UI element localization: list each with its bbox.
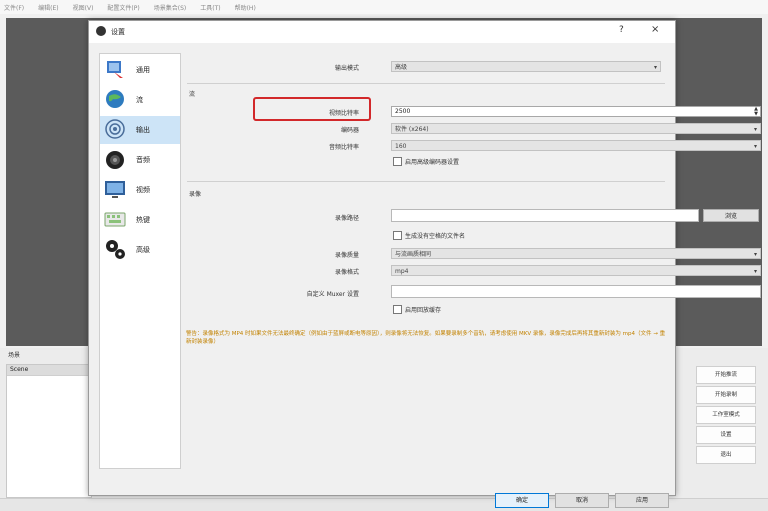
encoder-label: 编码器 bbox=[340, 127, 359, 134]
chevron-down-icon: ▾ bbox=[753, 143, 757, 150]
sidebar-item-hotkeys[interactable]: 热键 bbox=[100, 206, 180, 234]
checkbox-box[interactable] bbox=[393, 305, 402, 314]
record-path-input[interactable] bbox=[391, 209, 699, 222]
sidebar-label: 通用 bbox=[136, 66, 150, 74]
encoder-combo[interactable]: 软件 (x264) ▾ bbox=[391, 123, 761, 134]
general-icon bbox=[107, 61, 123, 78]
start-streaming-button[interactable]: 开始推流 bbox=[696, 366, 756, 384]
muxer-label: 自定义 Muxer 设置 bbox=[306, 291, 359, 298]
checkbox-label: 启用回放缓存 bbox=[405, 307, 442, 314]
chevron-down-icon: ▾ bbox=[753, 126, 757, 133]
checkbox-box[interactable] bbox=[393, 157, 402, 166]
mp4-warning-text: 警告：录像格式为 MP4 时如果文件无法最终确定（例如由于蓝屏或断电等原因），则… bbox=[186, 331, 666, 345]
sidebar-item-general[interactable]: 通用 bbox=[100, 56, 180, 84]
menu-help[interactable]: 帮助(H) bbox=[235, 3, 256, 12]
sidebar-label: 输出 bbox=[136, 126, 150, 134]
output-mode-combo[interactable]: 高级 ▾ bbox=[391, 61, 661, 72]
record-section-title: 录像 bbox=[189, 191, 202, 198]
bitrate-highlight-box bbox=[253, 97, 371, 121]
settings-button[interactable]: 设置 bbox=[696, 426, 756, 444]
replay-buffer-checkbox[interactable]: 启用回放缓存 bbox=[393, 305, 441, 314]
browse-button[interactable]: 浏览 bbox=[703, 209, 759, 222]
video-bitrate-value: 2500 bbox=[395, 108, 411, 115]
start-recording-button[interactable]: 开始录制 bbox=[696, 386, 756, 404]
dialog-title: 设置 bbox=[111, 28, 125, 36]
chevron-down-icon: ▾ bbox=[753, 251, 757, 258]
exit-button[interactable]: 退出 bbox=[696, 446, 756, 464]
sidebar-label: 热键 bbox=[136, 216, 150, 224]
obs-logo-icon bbox=[96, 26, 106, 36]
chevron-down-icon: ▾ bbox=[753, 268, 757, 275]
sidebar-item-video[interactable]: 视频 bbox=[100, 176, 180, 204]
advanced-encoder-checkbox[interactable]: 启用高级编码器设置 bbox=[393, 157, 459, 166]
muxer-settings-input[interactable] bbox=[391, 285, 761, 298]
globe-icon bbox=[106, 90, 124, 108]
audio-bitrate-label: 音频比特率 bbox=[328, 144, 359, 151]
settings-sidebar: 通用 流 输出 音频 视频 热键 高级 bbox=[99, 53, 181, 469]
output-mode-label: 输出模式 bbox=[334, 65, 359, 72]
close-button[interactable]: × bbox=[651, 24, 659, 35]
sidebar-label: 音频 bbox=[136, 156, 150, 164]
broadcast-icon bbox=[105, 119, 125, 139]
sidebar-label: 高级 bbox=[136, 246, 150, 254]
cancel-button[interactable]: 取消 bbox=[555, 493, 609, 508]
sidebar-item-stream[interactable]: 流 bbox=[100, 86, 180, 114]
dialog-titlebar: 设置 ? × bbox=[89, 21, 675, 43]
audio-bitrate-value: 160 bbox=[395, 143, 407, 150]
menu-tools[interactable]: 工具(T) bbox=[200, 3, 220, 12]
menu-bar: 文件(F) 编辑(E) 视图(V) 配置文件(P) 场景集合(S) 工具(T) … bbox=[0, 0, 768, 14]
scene-item[interactable]: Scene bbox=[7, 365, 91, 376]
record-quality-label: 录像质量 bbox=[334, 252, 359, 259]
speaker-icon bbox=[106, 151, 124, 169]
studio-mode-button[interactable]: 工作室模式 bbox=[696, 406, 756, 424]
menu-edit[interactable]: 编辑(E) bbox=[38, 3, 58, 12]
scene-list: Scene bbox=[6, 364, 92, 498]
chevron-down-icon: ▾ bbox=[653, 64, 657, 71]
sidebar-item-output[interactable]: 输出 bbox=[100, 116, 180, 144]
video-bitrate-spinbox[interactable]: 2500 ▲ ▼ bbox=[391, 106, 761, 117]
sidebar-label: 流 bbox=[136, 96, 143, 104]
divider bbox=[187, 181, 665, 182]
divider bbox=[187, 83, 665, 84]
record-quality-value: 与流画质相同 bbox=[395, 251, 432, 258]
menu-scene-collection[interactable]: 场景集合(S) bbox=[154, 3, 187, 12]
scene-dock-title: 场景 bbox=[8, 352, 21, 359]
stream-section-title: 流 bbox=[189, 91, 196, 98]
menu-view[interactable]: 视图(V) bbox=[73, 3, 94, 12]
help-button[interactable]: ? bbox=[619, 25, 624, 35]
audio-bitrate-combo[interactable]: 160 ▾ bbox=[391, 140, 761, 151]
sidebar-item-advanced[interactable]: 高级 bbox=[100, 236, 180, 264]
settings-dialog: 设置 ? × 通用 流 输出 音频 视频 热键 高级 输出模式 高级 ▾ 流 视… bbox=[88, 20, 761, 508]
no-space-filename-checkbox[interactable]: 生成没有空格的文件名 bbox=[393, 231, 465, 240]
menu-file[interactable]: 文件(F) bbox=[4, 3, 24, 12]
record-path-label: 录像路径 bbox=[334, 215, 359, 222]
checkbox-label: 启用高级编码器设置 bbox=[405, 159, 460, 166]
record-format-label: 录像格式 bbox=[334, 269, 359, 276]
ok-button[interactable]: 确定 bbox=[495, 493, 549, 508]
spin-arrows-icon[interactable]: ▲ ▼ bbox=[754, 107, 758, 117]
record-quality-combo[interactable]: 与流画质相同 ▾ bbox=[391, 248, 761, 259]
checkbox-label: 生成没有空格的文件名 bbox=[405, 233, 466, 240]
sidebar-label: 视频 bbox=[136, 186, 150, 194]
encoder-value: 软件 (x264) bbox=[395, 126, 429, 133]
controls-dock: 开始推流 开始录制 工作室模式 设置 退出 bbox=[696, 366, 756, 464]
apply-button[interactable]: 应用 bbox=[615, 493, 669, 508]
output-mode-value: 高级 bbox=[395, 64, 408, 71]
gears-icon bbox=[106, 240, 125, 259]
record-format-combo[interactable]: mp4 ▾ bbox=[391, 265, 761, 276]
record-format-value: mp4 bbox=[395, 268, 409, 275]
keyboard-icon bbox=[104, 212, 126, 227]
monitor-icon bbox=[105, 181, 125, 198]
sidebar-item-audio[interactable]: 音频 bbox=[100, 146, 180, 174]
menu-profile[interactable]: 配置文件(P) bbox=[107, 3, 139, 12]
checkbox-box[interactable] bbox=[393, 231, 402, 240]
